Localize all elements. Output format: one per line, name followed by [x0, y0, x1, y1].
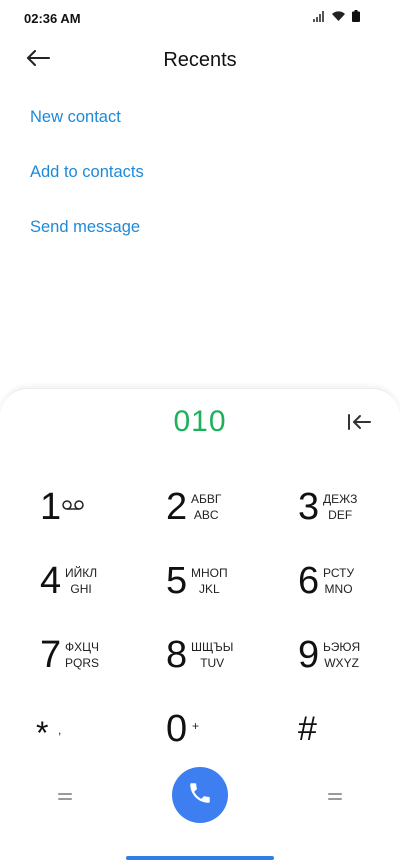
key-digit: 9 — [298, 634, 320, 676]
dialed-number: 010 — [173, 405, 227, 438]
phone-icon — [187, 780, 213, 811]
key-letters: РСТУ MNO — [323, 566, 355, 596]
signal-icon — [313, 9, 325, 27]
action-list: New contact Add to contacts Send message — [30, 95, 144, 260]
key-symbol: , — [58, 723, 62, 737]
menu-icon — [55, 793, 75, 811]
key-letters: ФХЦЧ PQRS — [65, 640, 100, 670]
status-bar: 02:36 AM — [0, 0, 400, 36]
key-letters: ДЕЖЗ DEF — [323, 492, 358, 522]
key-digit: 5 — [166, 560, 188, 602]
key-digit: 3 — [298, 486, 320, 528]
key-7[interactable]: 7 ФХЦЧ PQRS — [8, 627, 128, 687]
key-digit: 0 — [166, 708, 188, 750]
send-message-link[interactable]: Send message — [30, 205, 144, 260]
status-icons — [313, 10, 360, 26]
backspace-button[interactable] — [344, 409, 374, 439]
add-to-contacts-link[interactable]: Add to contacts — [30, 150, 144, 205]
key-digit: # — [298, 710, 317, 748]
key-9[interactable]: 9 ЬЭЮЯ WXYZ — [266, 627, 386, 687]
key-letters: АБВГ ABC — [191, 492, 222, 522]
key-digit: * — [36, 715, 49, 751]
key-2[interactable]: 2 АБВГ ABC — [134, 479, 254, 539]
key-3[interactable]: 3 ДЕЖЗ DEF — [266, 479, 386, 539]
key-4[interactable]: 4 ИЙКЛ GHI — [8, 553, 128, 613]
key-digit: 4 — [40, 560, 62, 602]
key-digit: 8 — [166, 634, 188, 676]
key-hash[interactable]: # — [266, 701, 386, 761]
key-letters: МНОП JKL — [191, 566, 228, 596]
dialer-screen: 02:36 AM Recents New contact Add to cont… — [0, 0, 400, 866]
status-time: 02:36 AM — [24, 11, 81, 26]
key-letters: ШЩЪЫ TUV — [191, 640, 234, 670]
key-letters: ИЙКЛ GHI — [65, 566, 98, 596]
left-menu-button[interactable] — [55, 787, 75, 807]
key-6[interactable]: 6 РСТУ MNO — [266, 553, 386, 613]
key-digit: 1 — [40, 486, 62, 528]
right-menu-button[interactable] — [325, 787, 345, 807]
call-button[interactable] — [172, 767, 228, 823]
key-8[interactable]: 8 ШЩЪЫ TUV — [134, 627, 254, 687]
key-digit: 2 — [166, 486, 188, 528]
call-row — [0, 767, 400, 827]
battery-icon — [352, 9, 360, 27]
backspace-icon — [347, 413, 371, 436]
key-1[interactable]: 1 — [8, 479, 128, 539]
key-letters: ЬЭЮЯ WXYZ — [323, 640, 361, 670]
dial-panel: 010 1 2 АБВГ ABC 3 ДЕЖЗ DEF 4 ИЙКЛ GHI 5… — [0, 388, 400, 866]
wifi-icon — [331, 9, 346, 27]
key-5[interactable]: 5 МНОП JKL — [134, 553, 254, 613]
key-digit: 6 — [298, 560, 320, 602]
key-symbol: + — [192, 719, 200, 733]
voicemail-icon — [62, 497, 84, 515]
home-indicator[interactable] — [126, 856, 274, 860]
key-star[interactable]: * , — [8, 701, 128, 761]
new-contact-link[interactable]: New contact — [30, 95, 144, 150]
header: Recents — [0, 36, 400, 84]
page-title: Recents — [163, 49, 237, 71]
key-digit: 7 — [40, 634, 62, 676]
key-0[interactable]: 0 + — [134, 701, 254, 761]
menu-icon — [325, 793, 345, 811]
